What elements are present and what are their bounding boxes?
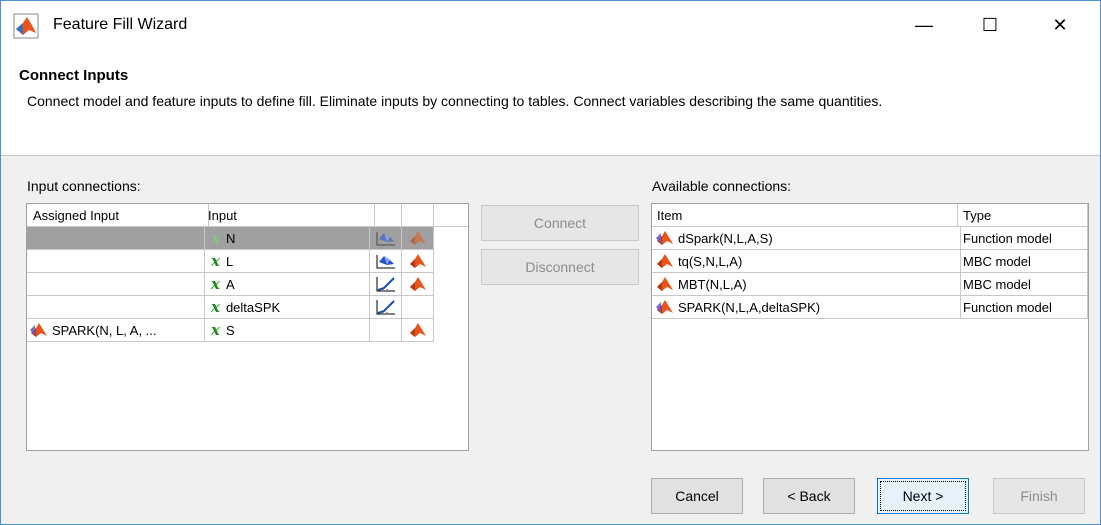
variable-x-icon: x bbox=[211, 321, 220, 339]
model-icon[interactable] bbox=[402, 319, 434, 341]
input-cell[interactable]: x S bbox=[203, 319, 370, 341]
type-cell[interactable]: MBC model bbox=[958, 273, 1088, 295]
item-cell[interactable]: MBT(N,L,A) bbox=[652, 273, 961, 295]
finish-button[interactable]: Finish bbox=[993, 478, 1085, 514]
item-type: Function model bbox=[963, 230, 1052, 246]
variable-x-icon: x bbox=[211, 298, 220, 316]
column-header-input[interactable]: Input bbox=[203, 204, 375, 226]
input-cell[interactable]: x N bbox=[203, 227, 370, 249]
page-title: Connect Inputs bbox=[19, 67, 129, 84]
item-type: Function model bbox=[963, 299, 1052, 315]
variable-x-icon: x bbox=[211, 275, 220, 293]
table-row[interactable]: SPARK(N, L, A, ... x S bbox=[27, 319, 434, 342]
model-icon[interactable] bbox=[402, 227, 434, 249]
mbc-model-icon bbox=[655, 252, 675, 270]
minimize-icon: — bbox=[915, 14, 933, 35]
list-item[interactable]: tq(S,N,L,A) MBC model bbox=[652, 250, 1088, 273]
input-connections-table[interactable]: Assigned Input Input x N x L x A x delta… bbox=[26, 203, 469, 451]
close-icon: ✕ bbox=[1052, 14, 1068, 35]
model-icon[interactable] bbox=[402, 273, 434, 295]
item-name: SPARK(N,L,A,deltaSPK) bbox=[678, 299, 821, 315]
function-model-icon bbox=[655, 229, 675, 247]
matlab-app-icon bbox=[13, 13, 39, 39]
variable-x-icon: x bbox=[211, 229, 220, 247]
item-name: dSpark(N,L,A,S) bbox=[678, 230, 773, 246]
input-cell[interactable]: x L bbox=[203, 250, 370, 272]
maximize-button[interactable]: ☐ bbox=[967, 8, 1013, 42]
window-title: Feature Fill Wizard bbox=[53, 16, 188, 33]
close-button[interactable]: ✕ bbox=[1037, 8, 1083, 42]
column-header-icon2[interactable] bbox=[402, 204, 434, 226]
disconnect-button[interactable]: Disconnect bbox=[481, 249, 639, 285]
title-bar: Feature Fill Wizard — ☐ ✕ bbox=[1, 1, 1100, 49]
function-model-icon bbox=[655, 298, 675, 316]
mbc-model-icon bbox=[655, 275, 675, 293]
item-name: tq(S,N,L,A) bbox=[678, 253, 743, 269]
type-cell[interactable]: MBC model bbox=[958, 250, 1088, 272]
column-header-assigned-input[interactable]: Assigned Input bbox=[27, 204, 209, 226]
input-name: deltaSPK bbox=[225, 299, 281, 315]
assigned-input-cell[interactable] bbox=[27, 273, 205, 295]
column-header-type[interactable]: Type bbox=[958, 204, 1088, 226]
empty-cell[interactable] bbox=[370, 319, 402, 341]
curve-icon[interactable] bbox=[370, 296, 402, 318]
cancel-button[interactable]: Cancel bbox=[651, 478, 743, 514]
input-cell[interactable]: x deltaSPK bbox=[203, 296, 370, 318]
assigned-input-cell[interactable] bbox=[27, 296, 205, 318]
input-name: S bbox=[225, 322, 235, 338]
next-button[interactable]: Next > bbox=[877, 478, 969, 514]
table-header: Item Type bbox=[652, 204, 1088, 227]
list-item[interactable]: SPARK(N,L,A,deltaSPK) Function model bbox=[652, 296, 1088, 319]
back-button[interactable]: < Back bbox=[763, 478, 855, 514]
input-name: N bbox=[225, 230, 236, 246]
table-row[interactable]: x A bbox=[27, 273, 434, 296]
table-row[interactable]: x deltaSPK bbox=[27, 296, 434, 319]
assigned-input-cell[interactable] bbox=[27, 227, 205, 249]
empty-cell[interactable] bbox=[402, 296, 434, 318]
type-cell[interactable]: Function model bbox=[958, 227, 1088, 249]
item-name: MBT(N,L,A) bbox=[678, 276, 747, 292]
list-item[interactable]: MBT(N,L,A) MBC model bbox=[652, 273, 1088, 296]
column-header-item[interactable]: Item bbox=[652, 204, 958, 226]
function-model-icon bbox=[29, 321, 49, 339]
surface-icon[interactable] bbox=[370, 227, 402, 249]
input-connections-label: Input connections: bbox=[27, 178, 141, 194]
input-cell[interactable]: x A bbox=[203, 273, 370, 295]
input-name: A bbox=[225, 276, 235, 292]
item-cell[interactable]: dSpark(N,L,A,S) bbox=[652, 227, 961, 249]
item-type: MBC model bbox=[963, 276, 1031, 292]
item-type: MBC model bbox=[963, 253, 1031, 269]
curve-icon[interactable] bbox=[370, 273, 402, 295]
assigned-input-cell[interactable]: SPARK(N, L, A, ... bbox=[27, 319, 205, 341]
assigned-input-cell[interactable] bbox=[27, 250, 205, 272]
table-row[interactable]: x N bbox=[27, 227, 434, 250]
assigned-input-text: SPARK(N, L, A, ... bbox=[52, 322, 157, 338]
type-cell[interactable]: Function model bbox=[958, 296, 1088, 318]
wizard-window: Feature Fill Wizard — ☐ ✕ Connect Inputs… bbox=[0, 0, 1101, 525]
minimize-button[interactable]: — bbox=[901, 8, 947, 42]
item-cell[interactable]: tq(S,N,L,A) bbox=[652, 250, 961, 272]
maximize-icon: ☐ bbox=[981, 14, 999, 35]
input-name: L bbox=[225, 253, 234, 269]
available-connections-label: Available connections: bbox=[652, 178, 792, 194]
variable-x-icon: x bbox=[211, 252, 220, 270]
table-header: Assigned Input Input bbox=[27, 204, 468, 227]
wizard-header: Connect Inputs Connect model and feature… bbox=[1, 49, 1100, 156]
table-row[interactable]: x L bbox=[27, 250, 434, 273]
connect-button[interactable]: Connect bbox=[481, 205, 639, 241]
column-header-icon1[interactable] bbox=[370, 204, 402, 226]
model-icon[interactable] bbox=[402, 250, 434, 272]
list-item[interactable]: dSpark(N,L,A,S) Function model bbox=[652, 227, 1088, 250]
available-connections-table[interactable]: Item Type dSpark(N,L,A,S) Function model… bbox=[651, 203, 1089, 451]
item-cell[interactable]: SPARK(N,L,A,deltaSPK) bbox=[652, 296, 961, 318]
surface-icon[interactable] bbox=[370, 250, 402, 272]
page-description: Connect model and feature inputs to defi… bbox=[27, 93, 883, 109]
